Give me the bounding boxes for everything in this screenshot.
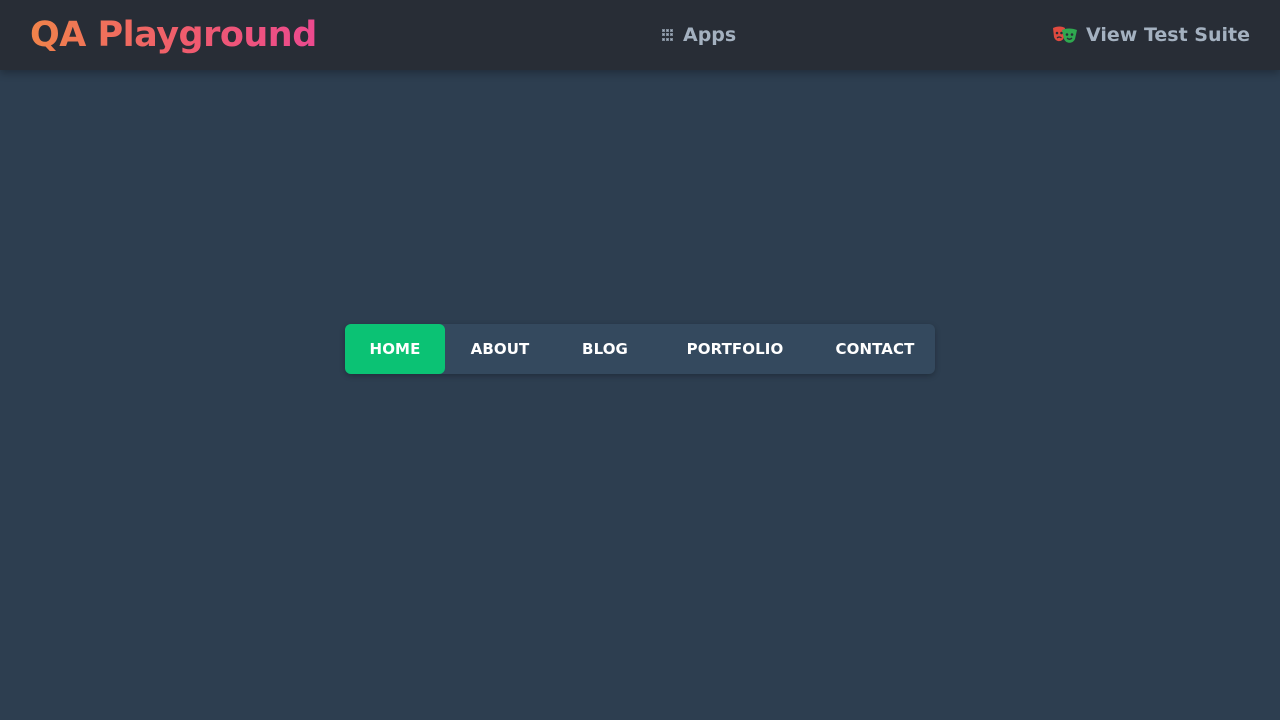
nav-item-home[interactable]: HOME xyxy=(345,324,445,374)
grid-icon xyxy=(662,28,675,42)
nav-item-label: HOME xyxy=(369,340,421,358)
nav-item-label: CONTACT xyxy=(835,340,915,358)
nav-item-portfolio[interactable]: PORTFOLIO xyxy=(655,324,815,374)
view-test-suite-label: View Test Suite xyxy=(1086,24,1250,46)
nav-item-about[interactable]: ABOUT xyxy=(445,324,555,374)
site-logo[interactable]: QA Playground xyxy=(30,11,317,59)
view-test-suite-link[interactable]: View Test Suite xyxy=(1052,20,1250,50)
nav-item-contact[interactable]: CONTACT xyxy=(815,324,935,374)
apps-label: Apps xyxy=(683,24,737,46)
top-header: QA Playground Apps View Test Suite xyxy=(0,0,1280,70)
navigation-menu: HOME ABOUT BLOG PORTFOLIO CONTACT xyxy=(345,324,935,374)
apps-link[interactable]: Apps xyxy=(662,20,736,50)
theater-masks-icon xyxy=(1053,26,1078,43)
nav-item-label: ABOUT xyxy=(470,340,530,358)
nav-item-label: BLOG xyxy=(582,340,628,358)
nav-item-label: PORTFOLIO xyxy=(686,340,784,358)
nav-item-blog[interactable]: BLOG xyxy=(555,324,655,374)
